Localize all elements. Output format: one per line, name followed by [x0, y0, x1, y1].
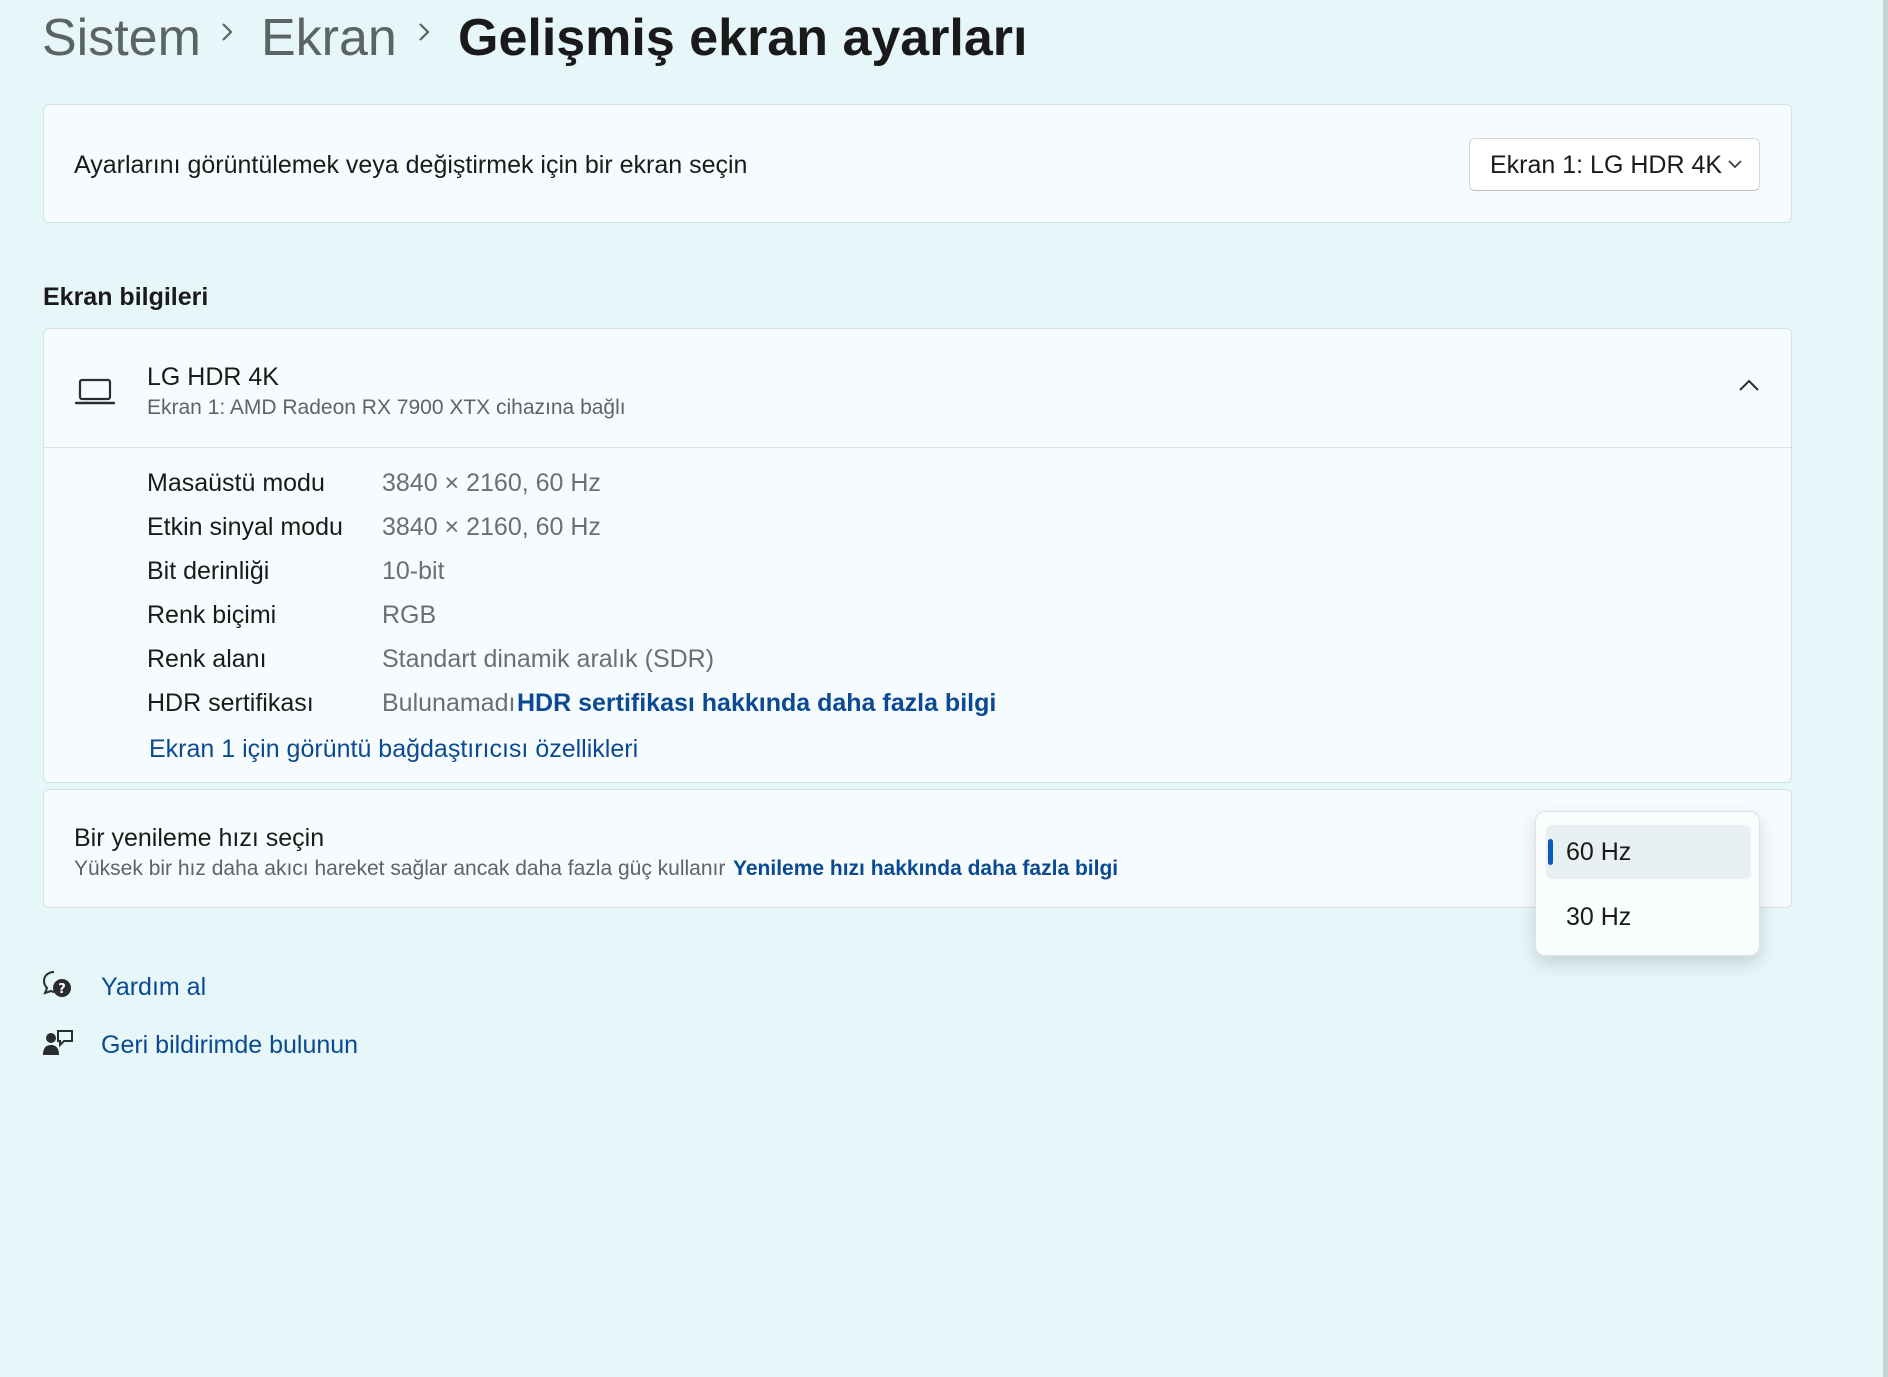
breadcrumb-item-sistem[interactable]: Sistem [42, 8, 201, 68]
chevron-down-icon [1726, 157, 1744, 176]
refresh-rate-card: Bir yenileme hızı seçin Yüksek bir hız d… [43, 789, 1792, 908]
info-value: Bulunamadı [382, 689, 516, 717]
feedback-link-row[interactable]: Geri bildirimde bulunun [42, 1025, 442, 1065]
help-link[interactable]: Yardım al [101, 973, 206, 1002]
info-value: 3840 × 2160, 60 Hz [382, 513, 601, 541]
page-title: Gelişmiş ekran ayarları [458, 9, 1028, 67]
option-label: 30 Hz [1566, 903, 1632, 931]
info-label: HDR sertifikası [147, 689, 314, 717]
info-value: Standart dinamik aralık (SDR) [382, 645, 715, 673]
laptop-icon [74, 377, 116, 412]
monitor-subtitle: Ekran 1: AMD Radeon RX 7900 XTX cihazına… [147, 396, 626, 419]
adapter-properties-link[interactable]: Ekran 1 için görüntü bağdaştırıcısı özel… [149, 735, 638, 764]
feedback-icon [42, 1027, 74, 1064]
display-info-header[interactable]: LG HDR 4K Ekran 1: AMD Radeon RX 7900 XT… [44, 329, 1793, 447]
display-select-card: Ayarlarını görüntülemek veya değiştirmek… [43, 104, 1792, 223]
info-value: 10-bit [382, 557, 445, 585]
info-value: RGB [382, 601, 437, 629]
selection-indicator [1548, 839, 1553, 865]
monitor-name: LG HDR 4K [147, 363, 279, 391]
refresh-rate-option-60[interactable]: 60 Hz [1546, 825, 1751, 879]
feedback-link[interactable]: Geri bildirimde bulunun [101, 1031, 358, 1060]
svg-text:?: ? [58, 982, 66, 997]
divider [44, 447, 1793, 448]
info-label: Etkin sinyal modu [147, 513, 343, 541]
refresh-rate-info-link[interactable]: Yenileme hızı hakkında daha fazla bilgi [733, 857, 1118, 881]
help-link-row[interactable]: ? Yardım al [42, 967, 442, 1007]
refresh-rate-option-30[interactable]: 30 Hz [1546, 890, 1751, 944]
option-label: 60 Hz [1566, 838, 1632, 866]
chevron-right-icon [219, 20, 235, 41]
hdr-info-link[interactable]: HDR sertifikası hakkında daha fazla bilg… [517, 689, 996, 718]
chevron-up-icon[interactable] [1737, 377, 1761, 398]
help-icon: ? [42, 969, 74, 1006]
refresh-rate-menu: 60 Hz 30 Hz [1535, 811, 1760, 956]
info-label: Bit derinliği [147, 557, 270, 585]
display-select-value: Ekran 1: LG HDR 4K [1490, 151, 1723, 179]
refresh-rate-subtitle: Yüksek bir hız daha akıcı hareket sağlar… [74, 857, 726, 880]
info-value: 3840 × 2160, 60 Hz [382, 469, 601, 497]
info-label: Renk alanı [147, 645, 267, 673]
chevron-right-icon [416, 20, 432, 41]
refresh-rate-title: Bir yenileme hızı seçin [74, 824, 325, 852]
info-label: Masaüstü modu [147, 469, 325, 497]
info-label: Renk biçimi [147, 601, 277, 629]
scrollbar[interactable] [1883, 0, 1888, 1377]
breadcrumb-item-ekran[interactable]: Ekran [261, 8, 397, 68]
display-select-dropdown[interactable]: Ekran 1: LG HDR 4K [1469, 138, 1760, 191]
display-select-label: Ayarlarını görüntülemek veya değiştirmek… [74, 151, 748, 179]
display-info-card: LG HDR 4K Ekran 1: AMD Radeon RX 7900 XT… [43, 328, 1793, 783]
section-title-display-info: Ekran bilgileri [43, 283, 209, 311]
